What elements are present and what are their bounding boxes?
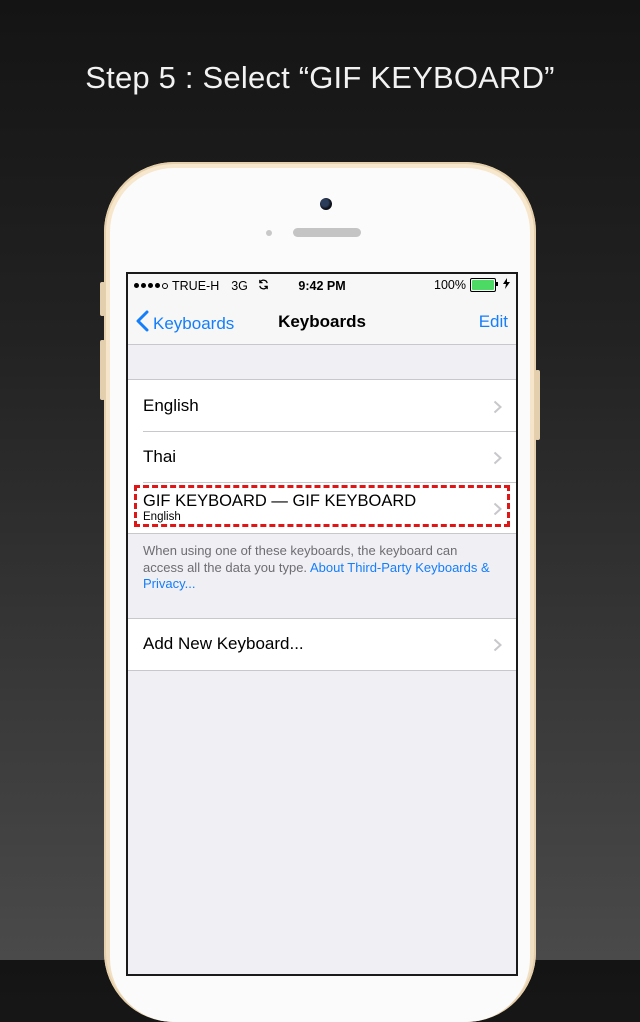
- power-button-right: [535, 370, 540, 440]
- chevron-right-icon: [493, 399, 502, 419]
- phone-screen: TRUE-H 3G 9:42 PM 100% Keyboards Keyboar…: [126, 272, 518, 976]
- proximity-sensor: [266, 230, 272, 236]
- instruction-heading: Step 5 : Select “GIF KEYBOARD”: [85, 60, 555, 95]
- keyboard-row-thai[interactable]: Thai: [128, 431, 516, 482]
- add-new-keyboard-label: Add New Keyboard...: [143, 634, 304, 653]
- keyboard-row-gif-keyboard[interactable]: GIF KEYBOARD — GIF KEYBOARD English: [128, 482, 516, 533]
- keyboard-language: English: [143, 510, 181, 523]
- status-bar: TRUE-H 3G 9:42 PM 100%: [128, 274, 516, 300]
- charging-icon: [503, 278, 510, 292]
- front-camera: [320, 198, 332, 210]
- navigation-bar: Keyboards Keyboards Edit: [128, 300, 516, 345]
- back-button-label: Keyboards: [153, 313, 235, 333]
- chevron-right-icon: [493, 637, 502, 657]
- battery-icon: [470, 278, 498, 292]
- earpiece-speaker: [293, 228, 361, 237]
- keyboard-name: English: [143, 395, 199, 415]
- keyboard-name: GIF KEYBOARD — GIF KEYBOARD: [143, 491, 417, 510]
- volume-button-left: [100, 282, 105, 316]
- back-button[interactable]: Keyboards: [136, 310, 234, 337]
- keyboard-row-english[interactable]: English: [128, 380, 516, 431]
- chevron-right-icon: [493, 450, 502, 470]
- chevron-right-icon: [493, 501, 502, 521]
- battery-percent: 100%: [434, 278, 466, 292]
- chevron-left-icon: [136, 310, 149, 337]
- volume-button-left: [100, 340, 105, 400]
- edit-button[interactable]: Edit: [479, 312, 508, 332]
- privacy-note: When using one of these keyboards, the k…: [128, 534, 516, 618]
- keyboard-name: Thai: [143, 446, 177, 466]
- keyboard-list: English Thai GIF KEYBOARD — GIF KEYBOARD…: [128, 379, 516, 534]
- add-new-keyboard-row[interactable]: Add New Keyboard...: [128, 619, 516, 670]
- add-keyboard-group: Add New Keyboard...: [128, 617, 516, 671]
